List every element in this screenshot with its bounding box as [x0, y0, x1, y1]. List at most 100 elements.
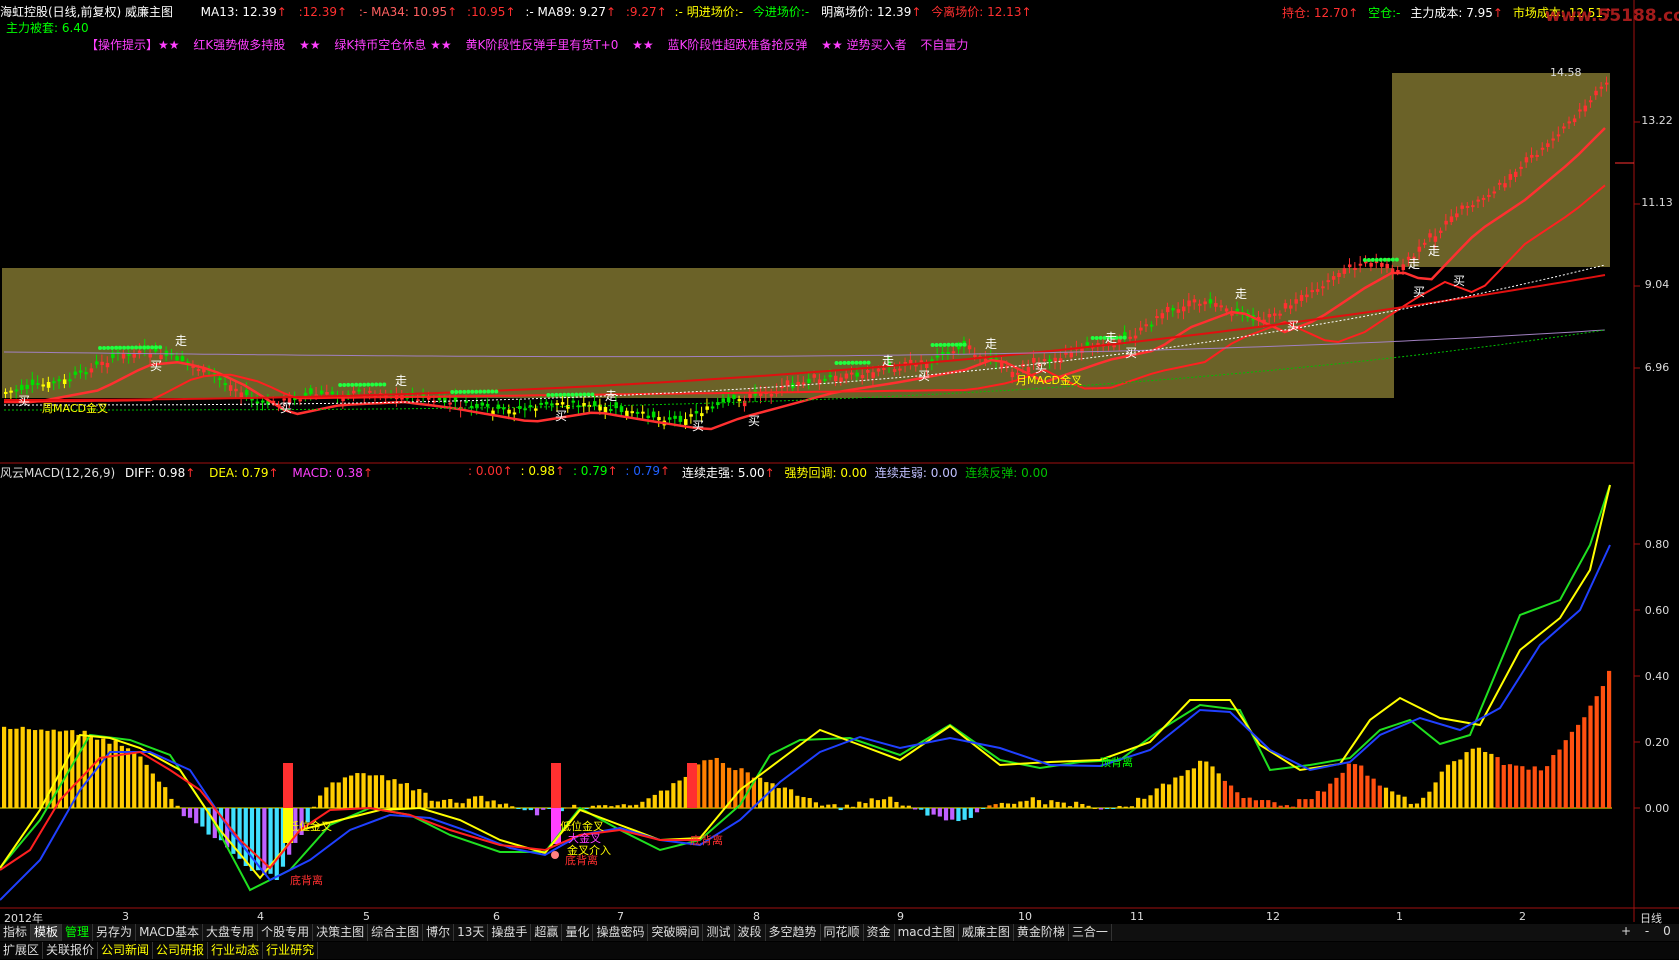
info-tab-1[interactable]: 关联报价 [43, 942, 99, 959]
xaxis-month: 6 [493, 910, 500, 923]
macd-histogram-bar [1526, 769, 1531, 808]
info-tab-4[interactable]: 行业动态 [208, 942, 264, 959]
candle-body [507, 409, 511, 414]
macd-histogram-bar [1427, 791, 1432, 808]
zoom-in-button[interactable]: + [1616, 924, 1636, 938]
toolbar-button-9[interactable]: 博尔 [423, 924, 455, 941]
zoom-out-button[interactable]: - [1640, 924, 1654, 938]
macd-histogram-bar [1198, 760, 1203, 808]
mingjin-label: :- 明进场价:- [674, 5, 744, 19]
candle-body [1546, 143, 1550, 147]
candle-body [448, 402, 452, 405]
trend-dot [342, 382, 347, 387]
trend-dot [102, 345, 107, 350]
candle-body [1380, 262, 1384, 267]
macd-histogram-bar [1458, 759, 1463, 808]
candle-body [1283, 303, 1288, 309]
trend-dot [462, 389, 467, 394]
toolbar-button-5[interactable]: 大盘专用 [203, 924, 259, 941]
candle-body [828, 375, 833, 378]
toolbar-button-15[interactable]: 突破瞬间 [648, 924, 704, 941]
toolbar-button-12[interactable]: 超赢 [531, 924, 563, 941]
info-tab-0[interactable]: 扩展区 [0, 942, 44, 959]
macd-histogram-bar [714, 757, 719, 808]
candle-body [1465, 205, 1470, 208]
trend-dot [150, 345, 155, 350]
macd-histogram-bar [646, 798, 651, 808]
candle-body [255, 401, 260, 404]
macd-histogram-bar [1173, 777, 1178, 808]
toolbar-button-18[interactable]: 多空趋势 [766, 924, 821, 941]
candle-body [512, 412, 517, 415]
candle-body [1385, 263, 1389, 269]
buy-signal: 买 [280, 401, 292, 415]
signal-yue-macd: 月MACD金叉 [1016, 374, 1082, 387]
breakout-box [1392, 73, 1610, 267]
candle-body [1192, 299, 1197, 303]
trend-dot [482, 389, 487, 394]
candle-body [52, 381, 56, 384]
candle-body [298, 399, 302, 402]
macd-histogram-bar [1216, 773, 1221, 808]
candle-body [748, 393, 752, 399]
macd-histogram-bar [132, 752, 137, 808]
toolbar-button-13[interactable]: 量化 [562, 924, 594, 941]
candle-body [1594, 90, 1598, 96]
toolbar-button-7[interactable]: 决策主图 [313, 924, 369, 941]
toolbar-button-17[interactable]: 波段 [735, 924, 766, 941]
macd-histogram-bar [435, 801, 440, 808]
candle-body [1310, 290, 1315, 293]
candle-body [1294, 299, 1298, 304]
zoom-reset-button[interactable]: 0 [1658, 924, 1676, 938]
macd-histogram-bar [1588, 705, 1593, 808]
macd-histogram-bar [32, 730, 38, 808]
toolbar-button-24[interactable]: 三合一 [1069, 924, 1112, 941]
info-tab-3[interactable]: 公司研报 [153, 942, 209, 959]
macd-histogram-bar [943, 808, 949, 821]
macd-axis-label: 0.60 [1644, 604, 1670, 617]
candle-body [1165, 306, 1170, 313]
macd-histogram-bar [1160, 783, 1166, 808]
toolbar-button-16[interactable]: 测试 [703, 924, 735, 941]
macd-histogram-bar [169, 798, 174, 808]
toolbar-button-3[interactable]: 另存为 [93, 924, 137, 941]
lxzq-value: 5.00 [737, 466, 765, 480]
sell-signal: 走 [1428, 244, 1440, 258]
info-tab-5[interactable]: 行业研究 [263, 942, 319, 959]
info-tab-2[interactable]: 公司新闻 [98, 942, 154, 959]
toolbar-button-4[interactable]: MACD基本 [136, 924, 204, 941]
candle-body [1064, 352, 1068, 355]
candle-body [694, 411, 699, 414]
candle-body [1144, 324, 1149, 327]
xaxis-month: 5 [363, 910, 370, 923]
toolbar-button-22[interactable]: 威廉主图 [959, 924, 1014, 941]
macd-v1: : 0.00 [468, 464, 503, 478]
trend-dot [490, 389, 495, 394]
toolbar-button-11[interactable]: 操盘手 [488, 924, 532, 941]
candle-body [1449, 216, 1454, 223]
toolbar-button-23[interactable]: 黄金阶梯 [1014, 924, 1069, 941]
toolbar-button-6[interactable]: 个股专用 [258, 924, 314, 941]
candle-body [1181, 306, 1186, 312]
toolbar-button-19[interactable]: 同花顺 [821, 924, 864, 941]
trend-dot [1390, 257, 1395, 262]
toolbar-button-8[interactable]: 综合主图 [368, 924, 424, 941]
macd-histogram-bar [615, 805, 620, 808]
toolbar-button-14[interactable]: 操盘密码 [593, 924, 649, 941]
toolbar-button-2[interactable]: 管理 [62, 924, 94, 941]
trend-dot [362, 382, 367, 387]
toolbar-button-10[interactable]: 13天 [454, 924, 489, 941]
candle-body [1342, 268, 1347, 274]
toolbar-button-1[interactable]: 模板 [31, 924, 63, 941]
macd-histogram-bar [1483, 752, 1488, 808]
macd-histogram-bar [1433, 782, 1438, 808]
toolbar-button-21[interactable]: macd主图 [895, 924, 959, 941]
candle-body [357, 389, 361, 392]
buy-signal: 买 [692, 419, 704, 433]
toolbar-button-0[interactable]: 指标 [0, 924, 32, 941]
buy-signal: 买 [555, 409, 567, 423]
candle-body [223, 383, 228, 386]
toolbar-button-20[interactable]: 资金 [864, 924, 895, 941]
macd-histogram-bar [993, 804, 998, 808]
trend-dot [466, 389, 471, 394]
